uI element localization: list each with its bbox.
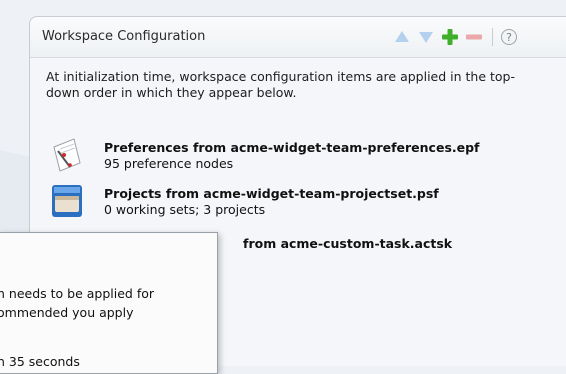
popup-text-line: ommended you apply (0, 305, 134, 320)
config-item-preferences[interactable]: Preferences from acme-widget-team-prefer… (50, 137, 550, 177)
panel-title: Workspace Configuration (42, 29, 206, 44)
panel-header: Workspace Configuration ? (30, 17, 566, 58)
projects-icon (52, 185, 82, 217)
item-subtitle: 95 preference nodes (104, 156, 234, 171)
item-title: from acme-custom-task.actsk (243, 236, 453, 251)
item-title: Preferences from acme-widget-team-prefer… (104, 140, 480, 155)
popup-text-line: n 35 seconds (0, 354, 80, 369)
remove-button[interactable] (464, 27, 484, 47)
add-button[interactable] (440, 27, 460, 47)
popup-text-line: n needs to be applied for (0, 286, 155, 301)
remove-icon (466, 34, 482, 40)
svg-text:?: ? (506, 31, 512, 44)
help-icon: ? (501, 29, 517, 45)
item-title: Projects from acme-widget-team-projectse… (104, 186, 439, 201)
add-icon (442, 29, 458, 45)
config-item-projects[interactable]: Projects from acme-widget-team-projectse… (50, 183, 550, 223)
toolbar-separator (492, 28, 493, 46)
move-down-icon (419, 32, 433, 43)
move-up-icon (395, 31, 409, 42)
item-subtitle: 0 working sets; 3 projects (104, 202, 266, 217)
move-down-button[interactable] (416, 27, 436, 47)
notification-popup[interactable]: n needs to be applied for ommended you a… (0, 232, 218, 374)
panel-toolbar: ? (392, 25, 523, 49)
intro-text: At initialization time, workspace config… (46, 69, 516, 100)
preferences-icon (53, 138, 81, 172)
help-button[interactable]: ? (499, 27, 519, 47)
move-up-button[interactable] (392, 27, 412, 47)
